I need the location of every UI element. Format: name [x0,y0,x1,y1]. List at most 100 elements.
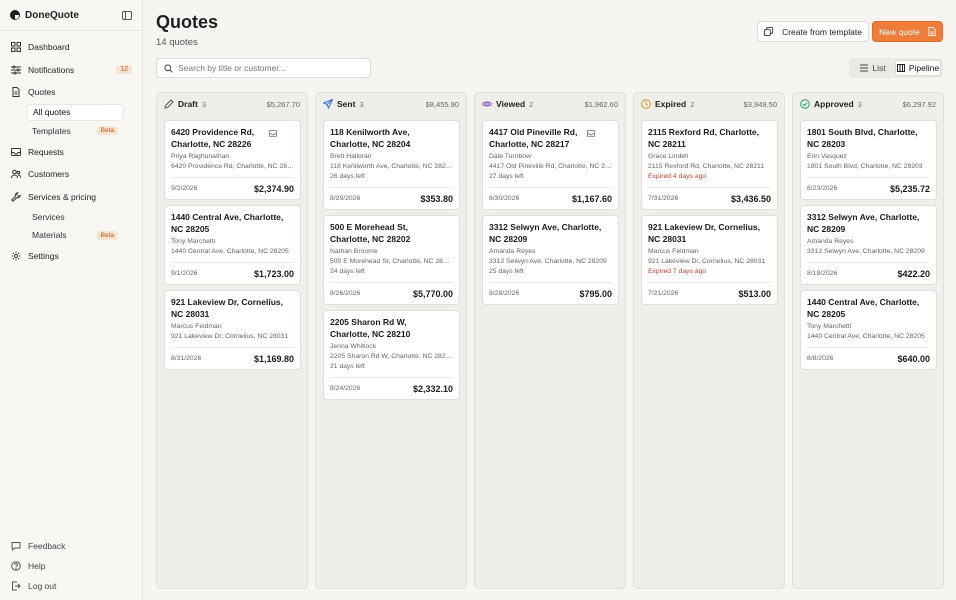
create-from-template-button[interactable]: Create from template [757,21,869,42]
sidebar-subitem-materials[interactable]: Materials Beta [26,227,124,245]
column-header: Draft 3 $5,267.70 [157,93,307,115]
quote-date: 7/21/2026 [648,290,679,297]
inbox-icon [587,129,595,137]
quote-title: 118 Kenilworth Ave, Charlotte, NC 28204 [330,127,411,149]
column-header: Expired 2 $3,949.50 [634,93,784,115]
list-icon [860,64,869,72]
sidebar-item-feedback[interactable]: Feedback [6,536,136,556]
quote-card[interactable]: 1440 Central Ave, Charlotte, NC 28205 To… [800,290,937,370]
sidebar-item-quotes[interactable]: Quotes [6,81,136,104]
sidebar-subitem-services[interactable]: Services [26,208,124,226]
search-input[interactable] [178,63,363,73]
sidebar-item-label: Log out [28,581,57,591]
sidebar-item-logout[interactable]: Log out [6,576,136,596]
column-name: Expired [655,99,687,109]
sidebar-item-label: Services & pricing [28,191,97,202]
main-content: Quotes 14 quotes Create from template Ne… [143,0,956,600]
inbox-icon [269,129,277,137]
quote-card[interactable]: 1801 South Blvd, Charlotte, NC 28203 Eri… [800,120,937,200]
column-total: $1,962.60 [584,99,618,109]
new-quote-button[interactable]: New quote [872,21,943,42]
quote-date: 8/24/2026 [330,385,361,392]
sidebar-subitem-all-quotes[interactable]: All quotes [26,103,124,121]
brand-header: DoneQuote [0,0,142,31]
check-circle-icon [800,99,810,109]
sidebar-item-help[interactable]: Help [6,556,136,576]
customer-name: Grace Lindell [648,153,689,160]
customer-address: 3312 Selwyn Ave, Charlotte, NC 28209 [807,248,925,255]
new-quote-label: New quote [879,26,920,37]
column-name: Sent [337,99,356,109]
quote-amount: $1,167.60 [571,193,612,204]
send-icon [323,99,333,109]
quote-card[interactable]: 2115 Rexford Rd, Charlotte, NC 28211 Gra… [641,120,778,210]
eye-icon [482,99,492,109]
quote-title: 2205 Sharon Rd W, Charlotte, NC 28210 [330,317,411,339]
card-footer: 7/21/2026 $513.00 [648,282,771,304]
sidebar-item-label: All quotes [33,107,71,118]
card-footer: 8/8/2026 $640.00 [807,347,930,369]
column-header: Approved 3 $6,297.92 [793,93,943,115]
sidebar-item-label: Dashboard [28,42,70,53]
quote-card[interactable]: 3312 Selwyn Ave, Charlotte, NC 28209 Ama… [482,215,619,305]
customer-name: Amanda Reyes [489,248,536,255]
sidebar-item-label: Requests [28,146,64,157]
quote-date: 8/28/2026 [489,290,520,297]
card-footer: 8/26/2026 $5,770.00 [330,282,453,304]
customer-name: Tony Marchetti [171,238,216,245]
customer-name: Brett Halloran [330,153,372,160]
column-total: $6,297.92 [902,99,936,109]
quote-title: 500 E Morehead St, Charlotte, NC 28202 [330,222,411,244]
card-footer: 9/1/2026 $1,723.00 [171,262,294,284]
customer-name: Marcus Feldman [648,248,699,255]
sidebar-item-notifications[interactable]: Notifications 12 [6,59,136,82]
gear-icon [10,251,21,262]
quote-amount: $353.80 [420,193,453,204]
list-view-button[interactable]: List [851,60,895,76]
sidebar-toggle-icon[interactable] [122,10,132,20]
pipeline-column-sent: Sent 3 $8,455.90 118 Kenilworth Ave, Cha… [315,92,467,589]
customer-address: 1440 Central Ave, Charlotte, NC 28205 [807,333,925,340]
quote-amount: $2,332.10 [412,383,453,394]
quote-card[interactable]: 4417 Old Pineville Rd, Charlotte, NC 282… [482,120,619,210]
search-box[interactable] [156,58,371,78]
column-count: 2 [529,99,534,109]
column-name: Draft [178,99,198,109]
quote-amount: $1,169.80 [253,353,294,364]
sidebar-subitem-templates[interactable]: Templates Beta [26,122,124,140]
sidebar-item-label: Quotes [28,87,56,98]
customer-address: 921 Lakeview Dr, Cornelius, NC 28031 [171,333,289,340]
pencil-icon [164,99,174,109]
sidebar-item-customers[interactable]: Customers [6,163,136,186]
customer-address: 500 E Morehead St, Charlotte, NC 28202 [330,258,453,265]
quote-card[interactable]: 921 Lakeview Dr, Cornelius, NC 28031 Mar… [641,215,778,305]
quote-date: 9/2/2026 [171,185,198,192]
customer-address: 2115 Rexford Rd, Charlotte, NC 28211 [648,163,765,170]
quote-card[interactable]: 1440 Central Ave, Charlotte, NC 28205 To… [164,205,301,285]
quote-card[interactable]: 500 E Morehead St, Charlotte, NC 28202 N… [323,215,460,305]
sidebar-item-dashboard[interactable]: Dashboard [6,36,136,59]
quote-card[interactable]: 2205 Sharon Rd W, Charlotte, NC 28210 Je… [323,310,460,400]
customer-address: 1440 Central Ave, Charlotte, NC 28205 [171,248,289,255]
customer-address: 2205 Sharon Rd W, Charlotte, NC 28210 [330,353,453,360]
customer-name: Tony Marchetti [807,323,852,330]
view-toggle: List Pipeline [849,58,943,78]
days-left: 25 days left [489,268,524,275]
quote-title: 1440 Central Ave, Charlotte, NC 28205 [807,297,920,319]
sidebar-item-services-pricing[interactable]: Services & pricing [6,186,136,209]
sidebar-item-settings[interactable]: Settings [6,245,136,268]
quote-card[interactable]: 3312 Selwyn Ave, Charlotte, NC 28209 Ama… [800,205,937,285]
quote-card[interactable]: 6420 Providence Rd, Charlotte, NC 28226 … [164,120,301,200]
sidebar-item-label: Notifications [28,64,75,75]
document-plus-icon [928,27,936,36]
quote-card[interactable]: 118 Kenilworth Ave, Charlotte, NC 28204 … [323,120,460,210]
columns-icon [896,64,905,72]
quote-amount: $5,770.00 [412,288,453,299]
card-footer: 8/28/2026 $795.00 [489,282,612,304]
customer-address: 1801 South Blvd, Charlotte, NC 28203 [807,163,923,170]
sidebar-item-requests[interactable]: Requests [6,141,136,164]
card-footer: 9/2/2026 $2,374.90 [171,177,294,199]
quote-title: 3312 Selwyn Ave, Charlotte, NC 28209 [489,222,602,244]
pipeline-view-button[interactable]: Pipeline [895,60,941,76]
quote-card[interactable]: 921 Lakeview Dr, Cornelius, NC 28031 Mar… [164,290,301,370]
